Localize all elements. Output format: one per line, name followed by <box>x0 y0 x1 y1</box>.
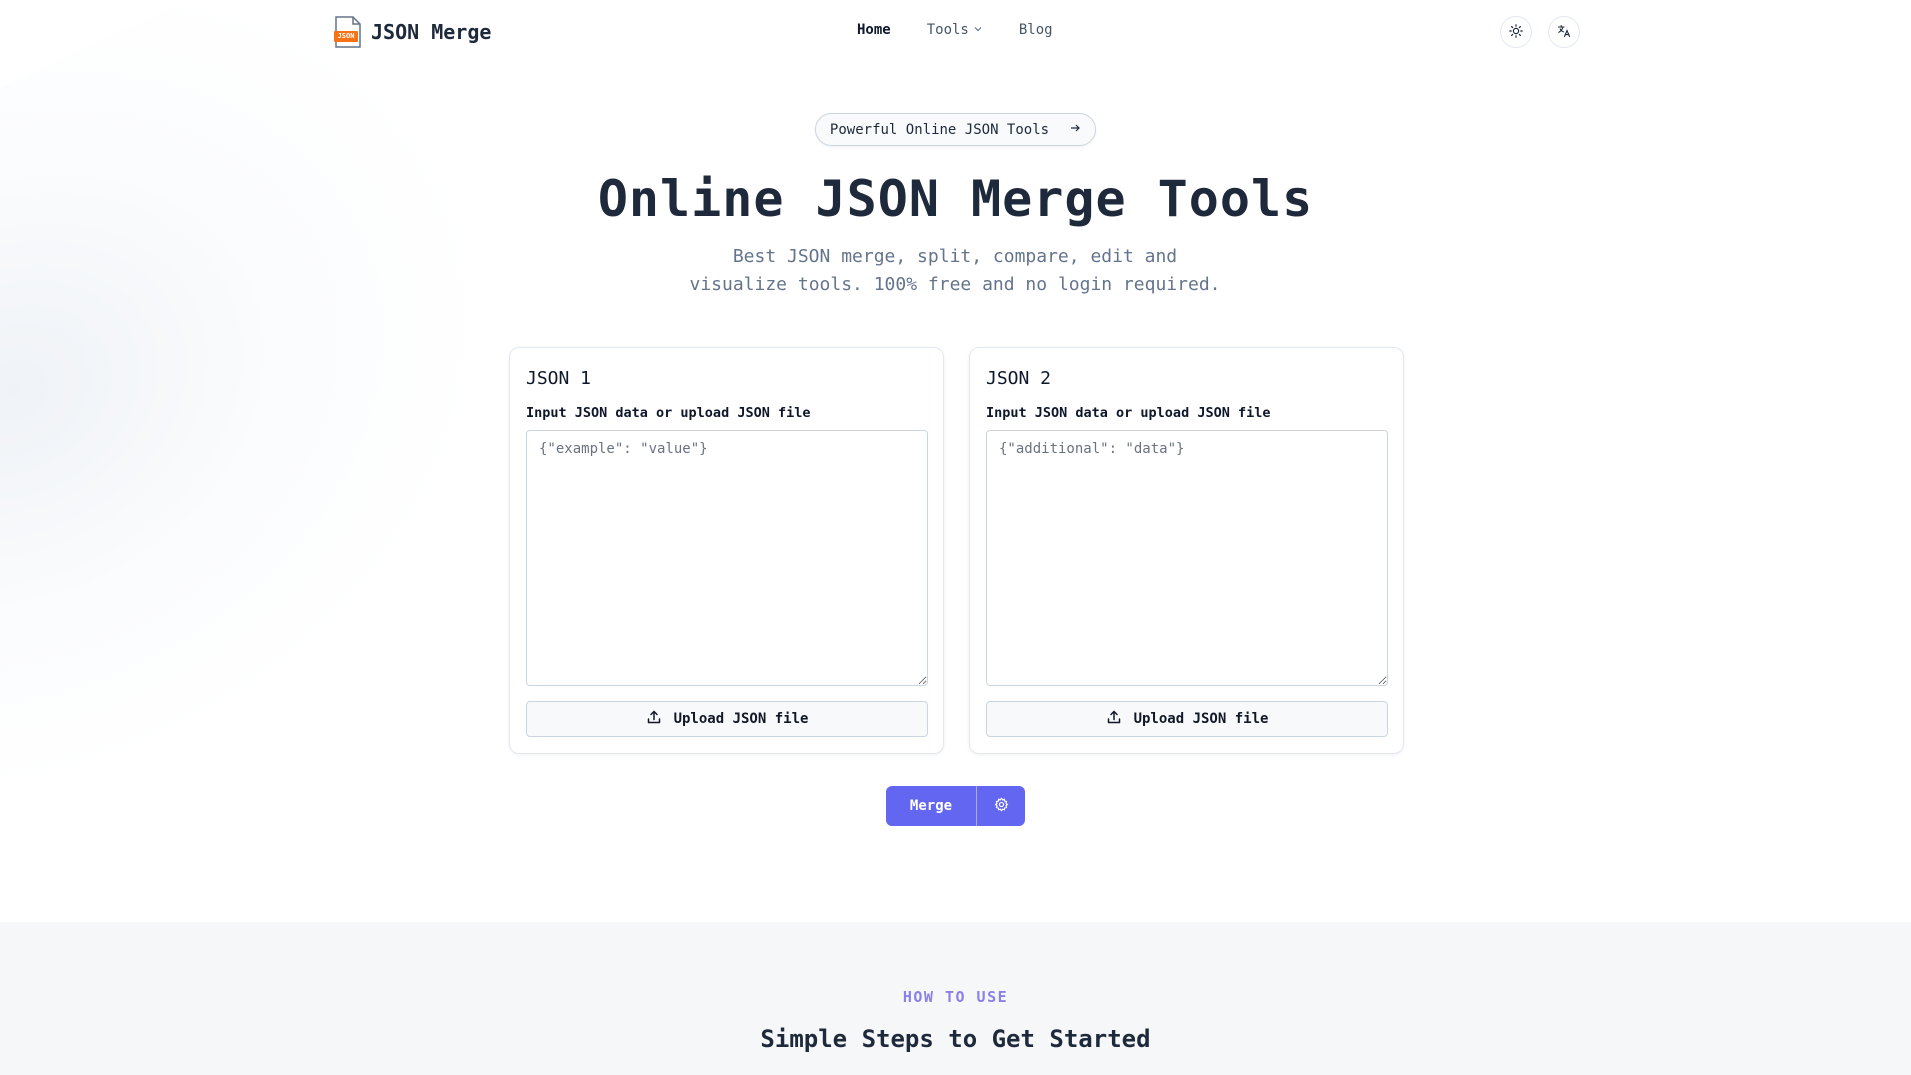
section-title: Simple Steps to Get Started <box>760 1025 1151 1053</box>
brand-logo[interactable]: JSON JSON Merge <box>333 16 491 48</box>
translate-icon <box>1557 24 1571 41</box>
pill-label: Powerful Online JSON Tools <box>829 121 1050 138</box>
gear-icon <box>994 796 1009 816</box>
site-header: JSON JSON Merge Home Tools Blog <box>0 0 1911 64</box>
subtitle-line: visualize tools. 100% free and no login … <box>689 274 1221 295</box>
nav-item-home[interactable]: Home <box>857 22 891 38</box>
upload-label: Upload JSON file <box>673 711 809 727</box>
features-pill-link[interactable]: Powerful Online JSON Tools <box>815 113 1096 146</box>
language-button[interactable] <box>1548 16 1580 48</box>
nav-item-blog[interactable]: Blog <box>1019 22 1053 38</box>
nav-item-tools[interactable]: Tools <box>927 22 983 38</box>
chevron-down-icon <box>973 22 983 38</box>
json-1-input[interactable] <box>526 430 928 686</box>
sun-icon <box>1509 23 1523 41</box>
card-title: JSON 1 <box>526 368 592 389</box>
card-label: Input JSON data or upload JSON file <box>986 405 1271 421</box>
nav-item-label: Home <box>857 22 891 38</box>
json-file-icon: JSON <box>333 16 363 48</box>
section-eyebrow: HOW TO USE <box>902 988 1009 1006</box>
json-2-input[interactable] <box>986 430 1388 686</box>
nav-item-label: Blog <box>1018 22 1053 38</box>
logo-badge-text: JSON <box>337 32 355 40</box>
upload-json-1-button[interactable]: Upload JSON file <box>526 701 928 737</box>
page-title: Online JSON Merge Tools <box>597 170 1314 228</box>
brand-name: JSON Merge <box>371 20 492 44</box>
json-2-card: JSON 2 Input JSON data or upload JSON fi… <box>969 347 1404 754</box>
card-label: Input JSON data or upload JSON file <box>526 405 811 421</box>
how-to-use-section: HOW TO USE Simple Steps to Get Started <box>0 922 1911 1075</box>
upload-icon <box>646 709 662 729</box>
card-title: JSON 2 <box>986 368 1052 389</box>
subtitle-line: Best JSON merge, split, compare, edit an… <box>732 246 1178 267</box>
main-nav: Home Tools Blog <box>857 22 1089 38</box>
upload-json-2-button[interactable]: Upload JSON file <box>986 701 1388 737</box>
arrow-right-icon <box>1069 122 1081 138</box>
page-subtitle: Best JSON merge, split, compare, edit an… <box>655 243 1255 299</box>
nav-item-label: Tools <box>926 22 969 38</box>
upload-label: Upload JSON file <box>1133 711 1269 727</box>
merge-settings-button[interactable] <box>977 786 1025 826</box>
upload-icon <box>1106 709 1122 729</box>
merge-button[interactable]: Merge <box>886 786 976 826</box>
json-1-card: JSON 1 Input JSON data or upload JSON fi… <box>509 347 944 754</box>
merge-button-group: Merge <box>886 786 1025 826</box>
theme-toggle-button[interactable] <box>1500 16 1532 48</box>
